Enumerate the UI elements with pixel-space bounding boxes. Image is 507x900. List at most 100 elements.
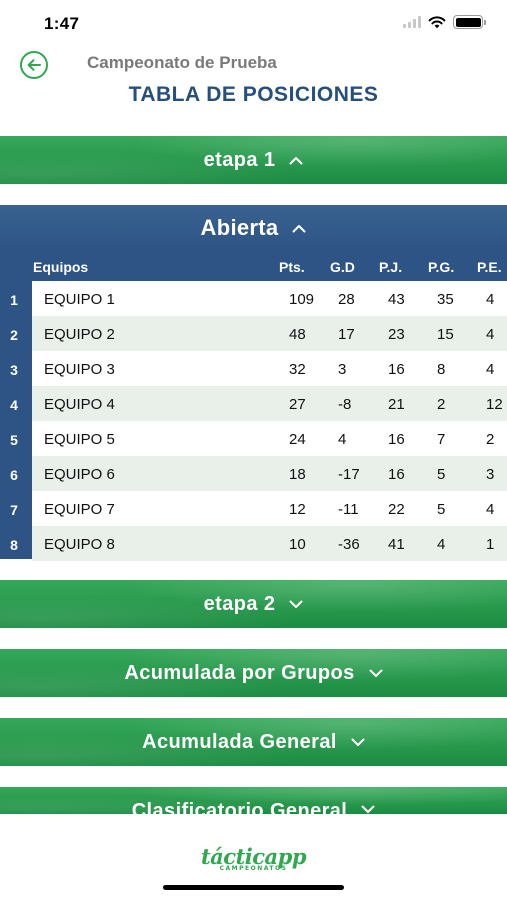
section-clasificatorio-general[interactable]: Clasificatorio General — [0, 787, 507, 814]
row-rank: 8 — [10, 537, 18, 553]
section-etapa-2-label: etapa 2 — [203, 592, 276, 615]
row-gd: 4 — [338, 431, 347, 448]
table-row[interactable]: 7 EQUIPO 7 12 -11 22 5 4 — [0, 491, 507, 526]
row-team: EQUIPO 8 — [44, 536, 115, 553]
page-title: TABLA DE POSICIONES — [128, 83, 379, 106]
chevron-down-icon — [289, 600, 303, 608]
status-icons — [403, 15, 486, 29]
group-abierta-header[interactable]: Abierta — [0, 205, 507, 251]
col-pe: P.E. — [477, 259, 502, 275]
row-pe: 4 — [486, 501, 495, 518]
row-rank: 4 — [10, 397, 18, 413]
row-pg: 5 — [437, 466, 446, 483]
arrow-left-icon — [27, 59, 41, 71]
col-pj: P.J. — [379, 259, 403, 275]
table-row[interactable]: 8 EQUIPO 8 10 -36 41 4 1 — [0, 526, 507, 561]
row-pts: 27 — [289, 396, 306, 413]
section-etapa-1-label: etapa 1 — [203, 148, 276, 171]
row-pts: 10 — [289, 536, 306, 553]
status-bar: 1:47 — [0, 0, 507, 44]
section-acumulada-grupos-label: Acumulada por Grupos — [124, 661, 355, 684]
row-pe: 4 — [486, 361, 495, 378]
row-gd: 17 — [338, 326, 355, 343]
chevron-down-icon — [361, 805, 375, 813]
row-pg: 8 — [437, 361, 446, 378]
battery-icon — [453, 15, 486, 29]
row-rank: 7 — [10, 502, 18, 518]
col-equipos: Equipos — [33, 259, 89, 275]
row-pe: 12 — [486, 396, 503, 413]
row-team: EQUIPO 7 — [44, 501, 115, 518]
row-pe: 4 — [486, 291, 495, 308]
row-pg: 35 — [437, 291, 454, 308]
wifi-icon — [428, 16, 446, 29]
row-team: EQUIPO 2 — [44, 326, 115, 343]
row-pj: 16 — [388, 361, 405, 378]
table-row[interactable]: 1 EQUIPO 1 109 28 43 35 4 — [0, 281, 507, 316]
chevron-up-icon — [289, 156, 303, 164]
row-gd: 3 — [338, 361, 347, 378]
app-logo: tácticapp CAMPEONATOS — [201, 844, 307, 872]
row-pe: 3 — [486, 466, 495, 483]
row-pts: 109 — [289, 291, 315, 308]
row-pts: 12 — [289, 501, 306, 518]
section-acumulada-general[interactable]: Acumulada General — [0, 718, 507, 766]
col-gd: G.D — [330, 259, 355, 275]
row-pg: 2 — [437, 396, 446, 413]
chevron-down-icon — [369, 669, 383, 677]
row-pts: 32 — [289, 361, 306, 378]
col-pts: Pts. — [279, 259, 305, 275]
section-etapa-2[interactable]: etapa 2 — [0, 580, 507, 628]
row-pe: 1 — [486, 536, 495, 553]
section-clasificatorio-general-label: Clasificatorio General — [131, 800, 348, 814]
section-acumulada-general-label: Acumulada General — [142, 730, 337, 753]
row-pj: 16 — [388, 431, 405, 448]
table-row[interactable]: 5 EQUIPO 5 24 4 16 7 2 — [0, 421, 507, 456]
row-pj: 43 — [388, 291, 405, 308]
row-pg: 15 — [437, 326, 454, 343]
row-gd: -11 — [338, 501, 359, 518]
section-acumulada-grupos[interactable]: Acumulada por Grupos — [0, 649, 507, 697]
row-pe: 2 — [486, 431, 495, 448]
row-gd: -8 — [338, 396, 352, 413]
row-pg: 5 — [437, 501, 446, 518]
row-gd: 28 — [338, 291, 355, 308]
row-pj: 23 — [388, 326, 405, 343]
signal-icon — [403, 16, 421, 28]
row-pj: 41 — [388, 536, 405, 553]
home-indicator[interactable] — [163, 885, 344, 890]
row-pts: 48 — [289, 326, 306, 343]
row-team: EQUIPO 6 — [44, 466, 115, 483]
table-row[interactable]: 2 EQUIPO 2 48 17 23 15 4 — [0, 316, 507, 351]
row-pg: 4 — [437, 536, 446, 553]
row-rank: 1 — [10, 292, 18, 308]
row-team: EQUIPO 4 — [44, 396, 115, 413]
row-pts: 24 — [289, 431, 306, 448]
row-pj: 22 — [388, 501, 405, 518]
row-pj: 16 — [388, 466, 405, 483]
championship-name: Campeonato de Prueba — [87, 53, 277, 72]
row-team: EQUIPO 3 — [44, 361, 115, 378]
status-time: 1:47 — [44, 14, 80, 33]
row-pg: 7 — [437, 431, 446, 448]
row-pj: 21 — [388, 396, 405, 413]
row-rank: 2 — [10, 327, 18, 343]
row-gd: -17 — [338, 466, 360, 483]
row-rank: 3 — [10, 362, 18, 378]
row-gd: -36 — [338, 536, 360, 553]
row-pe: 4 — [486, 326, 495, 343]
row-rank: 5 — [10, 432, 18, 448]
section-etapa-1[interactable]: etapa 1 — [0, 136, 507, 184]
table-row[interactable]: 3 EQUIPO 3 32 3 16 8 4 — [0, 351, 507, 386]
footer-logo: tácticapp CAMPEONATOS — [0, 844, 507, 875]
table-row[interactable]: 4 EQUIPO 4 27 -8 21 2 12 — [0, 386, 507, 421]
chevron-up-icon — [292, 224, 306, 232]
row-team: EQUIPO 5 — [44, 431, 115, 448]
row-team: EQUIPO 1 — [44, 291, 115, 308]
chevron-down-icon — [351, 738, 365, 746]
back-button[interactable] — [20, 51, 48, 79]
col-pg: P.G. — [428, 259, 455, 275]
row-rank: 6 — [10, 467, 18, 483]
row-pts: 18 — [289, 466, 306, 483]
table-row[interactable]: 6 EQUIPO 6 18 -17 16 5 3 — [0, 456, 507, 491]
